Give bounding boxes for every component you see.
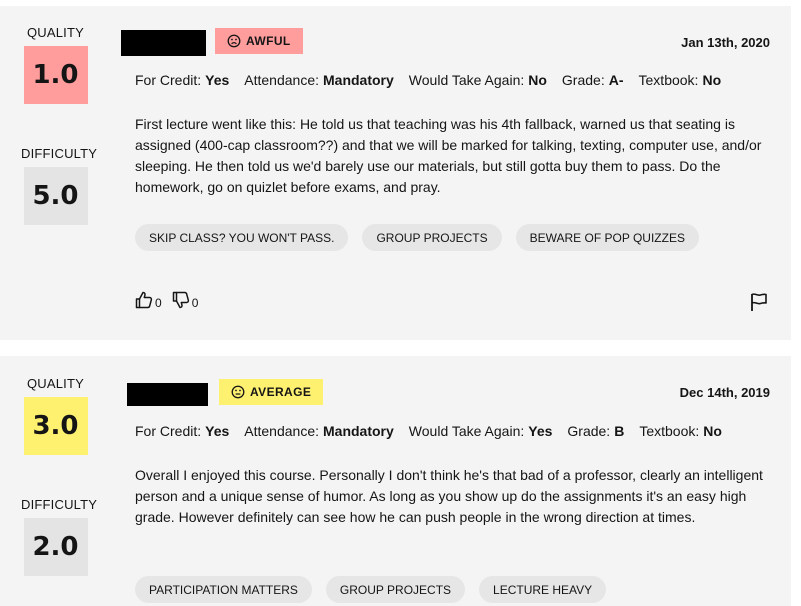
tag: GROUP PROJECTS (325, 576, 466, 603)
redacted-course-name (127, 383, 208, 406)
thumbs-up-button[interactable]: 0 (135, 291, 162, 309)
rating-comment: Overall I enjoyed this course. Personall… (135, 467, 763, 525)
meta-attendance: Attendance: Mandatory (244, 72, 394, 88)
emotion-badge: AWFUL (215, 28, 303, 54)
meta-for-credit: For Credit: Yes (135, 72, 230, 88)
report-flag-button[interactable] (749, 292, 769, 317)
not-helpful-count: 0 (191, 296, 199, 310)
tag: BEWARE OF POP QUIZZES (515, 224, 699, 251)
meta-for-credit: For Credit: Yes (135, 423, 230, 439)
meta-grade: Grade: B (567, 423, 625, 439)
rating-card: QUALITY 3.0 DIFFICULTY 2.0 AVERAGE Dec 1… (0, 356, 791, 606)
helpfulness-votes: 0 0 (135, 291, 198, 309)
redacted-course-name (121, 30, 206, 56)
sad-face-icon (227, 34, 241, 48)
thumbs-down-button[interactable]: 0 (172, 291, 199, 310)
rating-date: Dec 14th, 2019 (679, 385, 770, 400)
ratings-list: QUALITY 1.0 DIFFICULTY 5.0 AWFUL Jan 13t… (0, 0, 801, 606)
meta-would-take-again: Would Take Again: Yes (408, 423, 553, 439)
quality-score: 3.0 (23, 397, 88, 455)
quality-label: QUALITY (26, 25, 85, 40)
meta-would-take-again: Would Take Again: No (408, 72, 547, 88)
quality-label: QUALITY (26, 376, 85, 391)
difficulty-block: DIFFICULTY 2.0 (21, 497, 98, 576)
neutral-face-icon (231, 385, 245, 399)
tag: LECTURE HEAVY (479, 576, 607, 603)
tag: PARTICIPATION MATTERS (135, 576, 312, 603)
meta-grade: Grade: A- (561, 72, 624, 88)
rating-comment: First lecture went like this: He told us… (135, 116, 762, 195)
tag: SKIP CLASS? YOU WON'T PASS. (135, 224, 349, 251)
thumbs-down-icon (172, 291, 189, 309)
difficulty-label: DIFFICULTY (21, 146, 98, 161)
difficulty-block: DIFFICULTY 5.0 (21, 146, 98, 225)
quality-score: 1.0 (23, 46, 88, 104)
thumbs-up-icon (135, 291, 153, 309)
flag-icon (751, 293, 767, 311)
meta-textbook: Textbook: No (638, 72, 722, 88)
rating-tags: PARTICIPATION MATTERS GROUP PROJECTS LEC… (135, 576, 607, 603)
emotion-label: AVERAGE (250, 385, 312, 399)
rating-card: QUALITY 1.0 DIFFICULTY 5.0 AWFUL Jan 13t… (0, 6, 791, 340)
rating-tags: SKIP CLASS? YOU WON'T PASS. GROUP PROJEC… (135, 224, 699, 251)
quality-block: QUALITY 1.0 (21, 25, 90, 104)
difficulty-score: 5.0 (23, 167, 88, 225)
rating-date: Jan 13th, 2020 (681, 35, 770, 50)
tag: GROUP PROJECTS (362, 224, 502, 251)
helpful-count: 0 (155, 296, 162, 310)
emotion-label: AWFUL (246, 34, 291, 48)
difficulty-score: 2.0 (23, 518, 88, 576)
emotion-badge: AVERAGE (219, 379, 324, 405)
rating-meta: For Credit: Yes Attendance: Mandatory Woul… (135, 72, 721, 88)
quality-block: QUALITY 3.0 (21, 376, 90, 455)
meta-textbook: Textbook: No (639, 423, 722, 439)
rating-meta: For Credit: Yes Attendance: Mandatory Woul… (135, 423, 722, 439)
meta-attendance: Attendance: Mandatory (244, 423, 394, 439)
difficulty-label: DIFFICULTY (21, 497, 98, 512)
